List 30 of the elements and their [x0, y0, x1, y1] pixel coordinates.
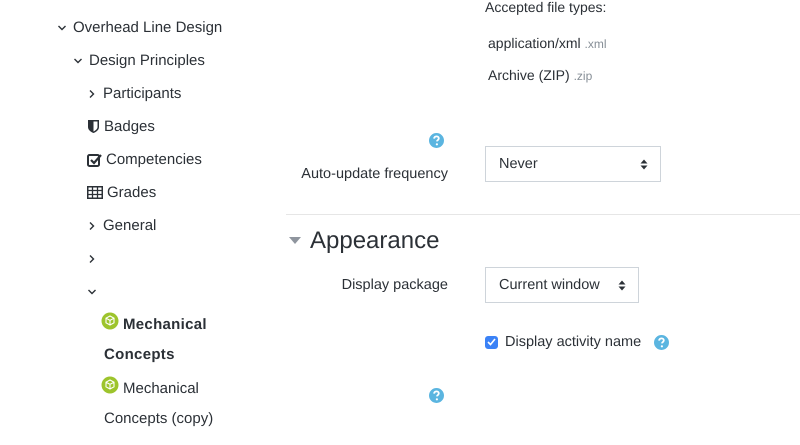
- tree-item[interactable]: Competencies: [106, 151, 202, 168]
- checked-square-icon: [87, 152, 102, 166]
- field-label: Display package: [342, 277, 448, 293]
- field-label: Auto-update frequency: [301, 166, 448, 182]
- accepted-file-types-heading: Accepted file types:: [485, 0, 606, 16]
- tree-item[interactable]: Design Principles: [89, 52, 205, 69]
- tree-item[interactable]: Participants: [103, 85, 182, 102]
- help-icon: [429, 388, 444, 403]
- table-icon: [87, 186, 103, 199]
- file-type-entry: Archive (ZIP) .zip: [487, 66, 594, 85]
- cube-circle-icon: [101, 376, 119, 394]
- checkbox-label: Display activity name: [505, 334, 642, 350]
- sort-arrows-icon: [640, 158, 648, 170]
- file-type-entry: application/xml .xml: [487, 34, 606, 53]
- section-heading[interactable]: Appearance: [310, 227, 440, 255]
- activity-link[interactable]: Mechanical Concepts (copy): [101, 374, 238, 434]
- help-icon: [654, 334, 670, 350]
- tree-item[interactable]: Grades: [107, 184, 156, 201]
- dropdown[interactable]: Never: [485, 146, 661, 182]
- tree-item[interactable]: Overhead Line Design: [73, 19, 222, 36]
- tree-item[interactable]: General: [103, 217, 156, 234]
- checkbox[interactable]: [485, 336, 498, 348]
- activity-link[interactable]: Mechanical Concepts: [101, 310, 238, 370]
- help-icon: [429, 133, 444, 148]
- dropdown[interactable]: Current window: [485, 267, 639, 303]
- tree-item[interactable]: Badges: [104, 118, 155, 135]
- sort-arrows-icon: [618, 280, 626, 290]
- cube-circle-icon: [101, 312, 119, 330]
- checkmark-icon: [487, 338, 496, 346]
- shield-icon: [87, 119, 100, 134]
